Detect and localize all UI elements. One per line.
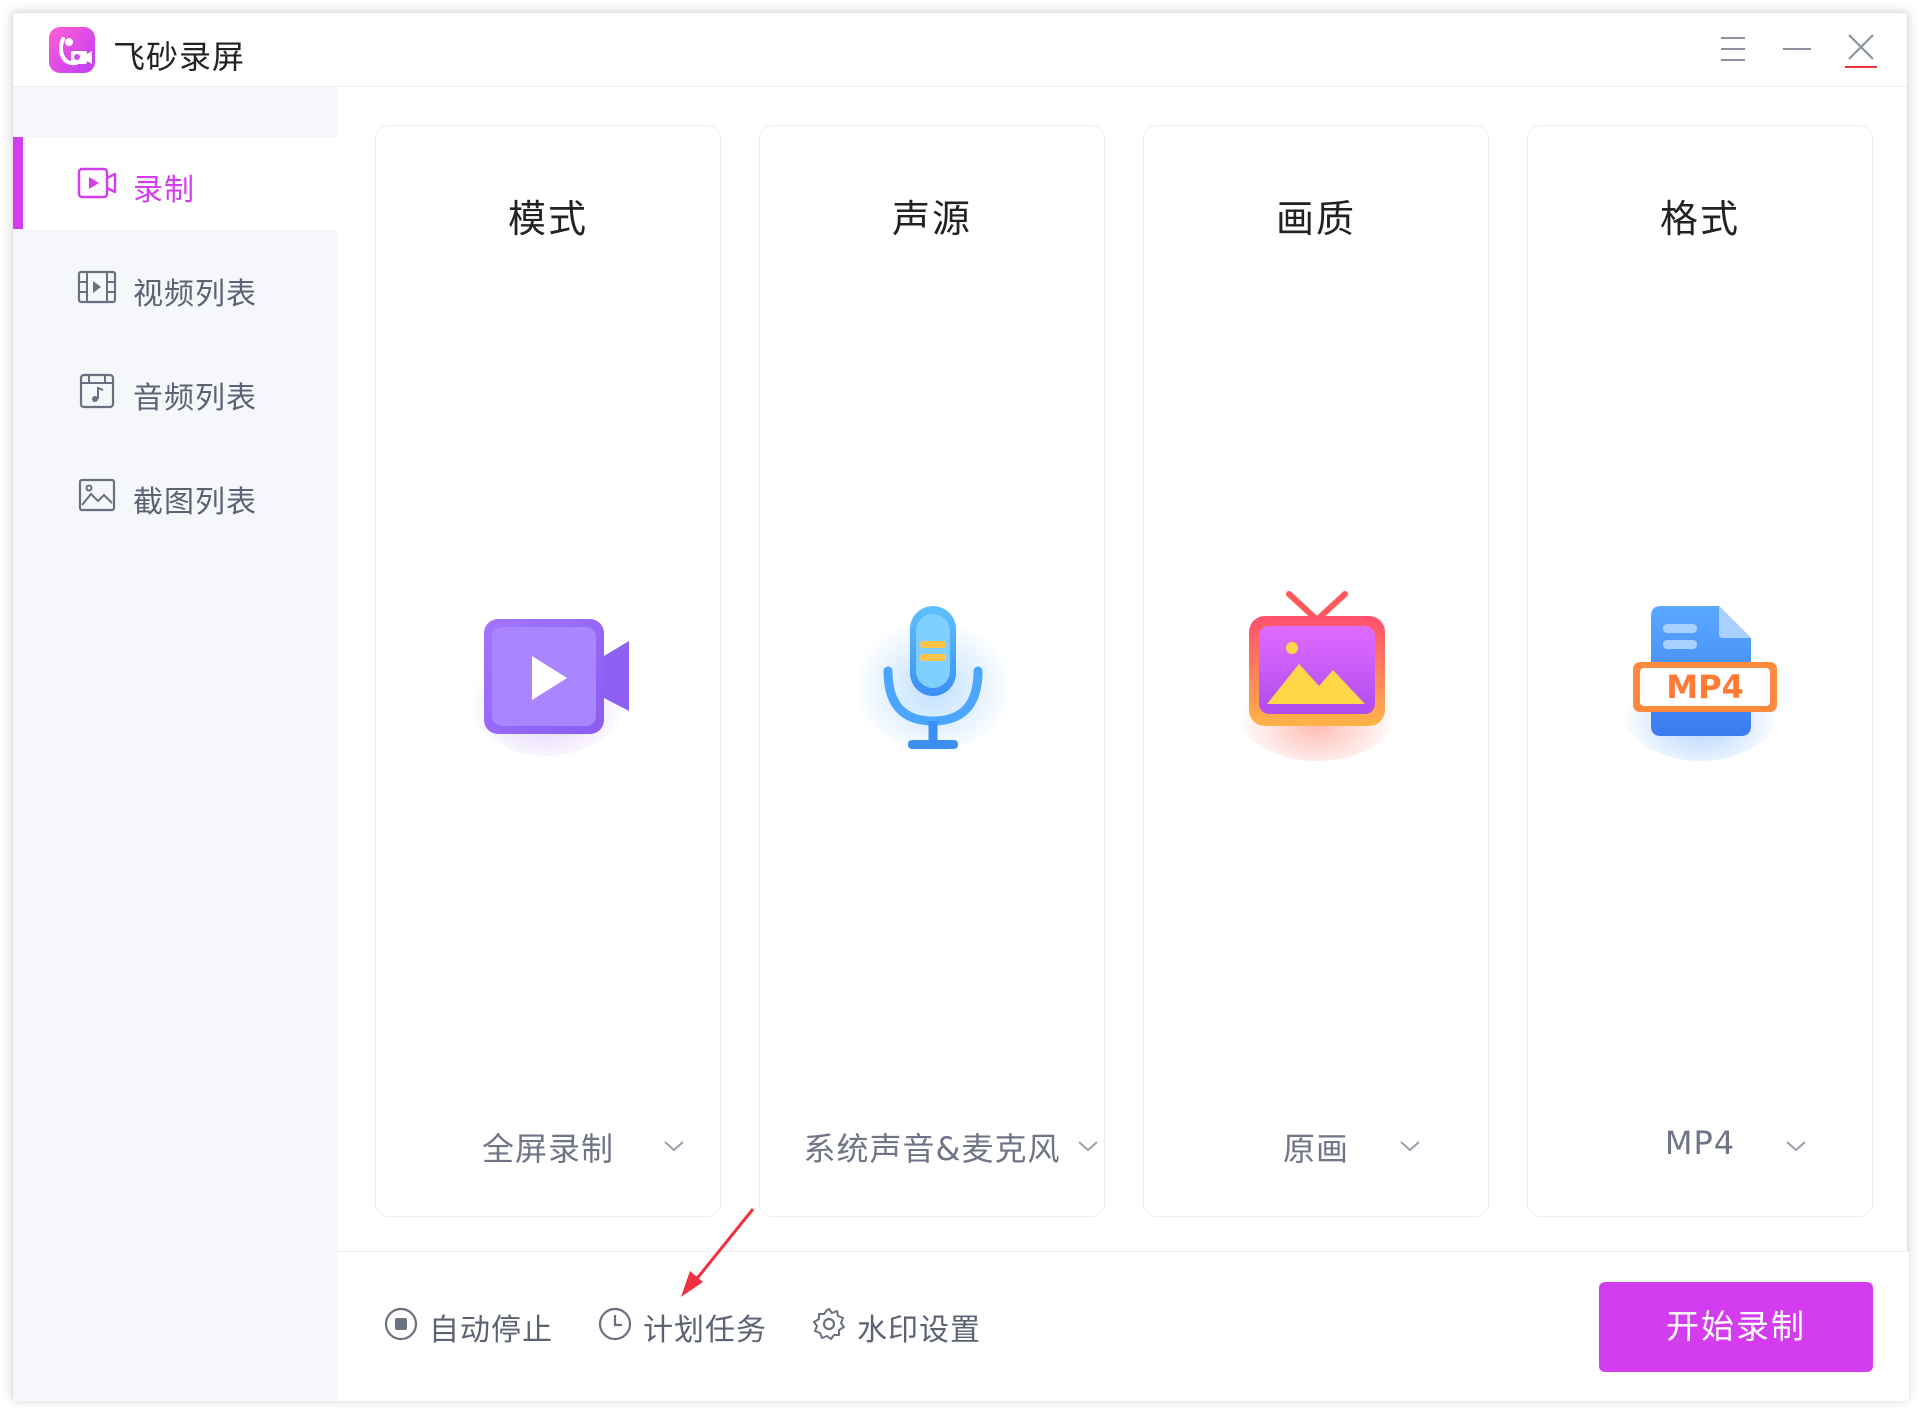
chevron-down-icon <box>1786 1141 1806 1152</box>
start-recording-button[interactable]: 开始录制 <box>1599 1282 1873 1372</box>
music-note-icon <box>79 373 115 409</box>
tv-picture-icon <box>1237 591 1397 761</box>
minimize-icon[interactable] <box>1775 29 1819 69</box>
bottom-toolbar: 自动停止 计划任务 水印设置 开始录制 <box>337 1251 1909 1401</box>
scheduled-task-label: 计划任务 <box>643 1313 767 1348</box>
auto-stop-label: 自动停止 <box>429 1313 553 1348</box>
card-title: 声源 <box>891 197 972 241</box>
format-card: 格式 MP4 MP4 <box>1527 125 1873 1217</box>
sidebar-item-label: 音频列表 <box>133 381 257 416</box>
microphone-icon <box>853 606 1013 751</box>
sidebar-item-audio-list[interactable]: 音频列表 <box>13 345 337 437</box>
chevron-down-icon <box>1078 1141 1098 1152</box>
card-title: 格式 <box>1659 197 1740 241</box>
sidebar-item-label: 视频列表 <box>133 277 257 312</box>
sidebar-item-label: 截图列表 <box>133 485 257 520</box>
video-record-icon <box>77 167 117 199</box>
film-icon <box>77 270 117 304</box>
audio-source-select-value: 系统声音&麦克风 <box>803 1130 1061 1168</box>
format-select[interactable]: MP4 <box>1528 1116 1872 1176</box>
quality-select[interactable]: 原画 <box>1144 1116 1488 1176</box>
audio-source-card: 声源 系统声音&麦克风 <box>759 125 1105 1217</box>
auto-stop-button[interactable]: 自动停止 <box>383 1302 553 1348</box>
hamburger-menu-icon[interactable] <box>1711 29 1755 69</box>
watermark-settings-button[interactable]: 水印设置 <box>811 1302 981 1348</box>
sidebar-item-screenshot-list[interactable]: 截图列表 <box>13 449 337 541</box>
app-window: 飞砂录屏 录制 视频列表 音频列表 截图列表 模式 全屏录制 声源 系统声音&麦… <box>12 12 1909 1401</box>
card-title: 画质 <box>1275 197 1356 241</box>
feisha-logo-icon <box>49 27 95 73</box>
mp4-icon-text: MP4 <box>1666 668 1744 706</box>
close-icon[interactable] <box>1839 29 1883 69</box>
stop-circle-icon <box>384 1307 418 1341</box>
image-icon <box>78 478 116 512</box>
watermark-settings-label: 水印设置 <box>857 1313 981 1348</box>
sidebar-item-record[interactable]: 录制 <box>13 137 337 229</box>
format-select-value: MP4 <box>1664 1124 1736 1162</box>
sidebar-item-label: 录制 <box>133 173 195 208</box>
mp4-file-icon: MP4 <box>1621 606 1781 761</box>
sidebar: 录制 视频列表 音频列表 截图列表 <box>13 87 337 1401</box>
audio-source-select[interactable]: 系统声音&麦克风 <box>760 1116 1104 1176</box>
app-title: 飞砂录屏 <box>113 38 246 76</box>
quality-card: 画质 原画 <box>1143 125 1489 1217</box>
sidebar-item-video-list[interactable]: 视频列表 <box>13 241 337 333</box>
quality-select-value: 原画 <box>1282 1130 1349 1168</box>
scheduled-task-button[interactable]: 计划任务 <box>597 1302 767 1348</box>
mode-card: 模式 全屏录制 <box>375 125 721 1217</box>
card-title: 模式 <box>507 197 588 241</box>
gear-icon <box>813 1308 845 1340</box>
chevron-down-icon <box>664 1141 684 1152</box>
chevron-down-icon <box>1400 1141 1420 1152</box>
video-camera-icon <box>467 619 629 756</box>
title-bar: 飞砂录屏 <box>13 13 1907 87</box>
mode-select[interactable]: 全屏录制 <box>376 1116 720 1176</box>
clock-icon <box>598 1307 632 1341</box>
